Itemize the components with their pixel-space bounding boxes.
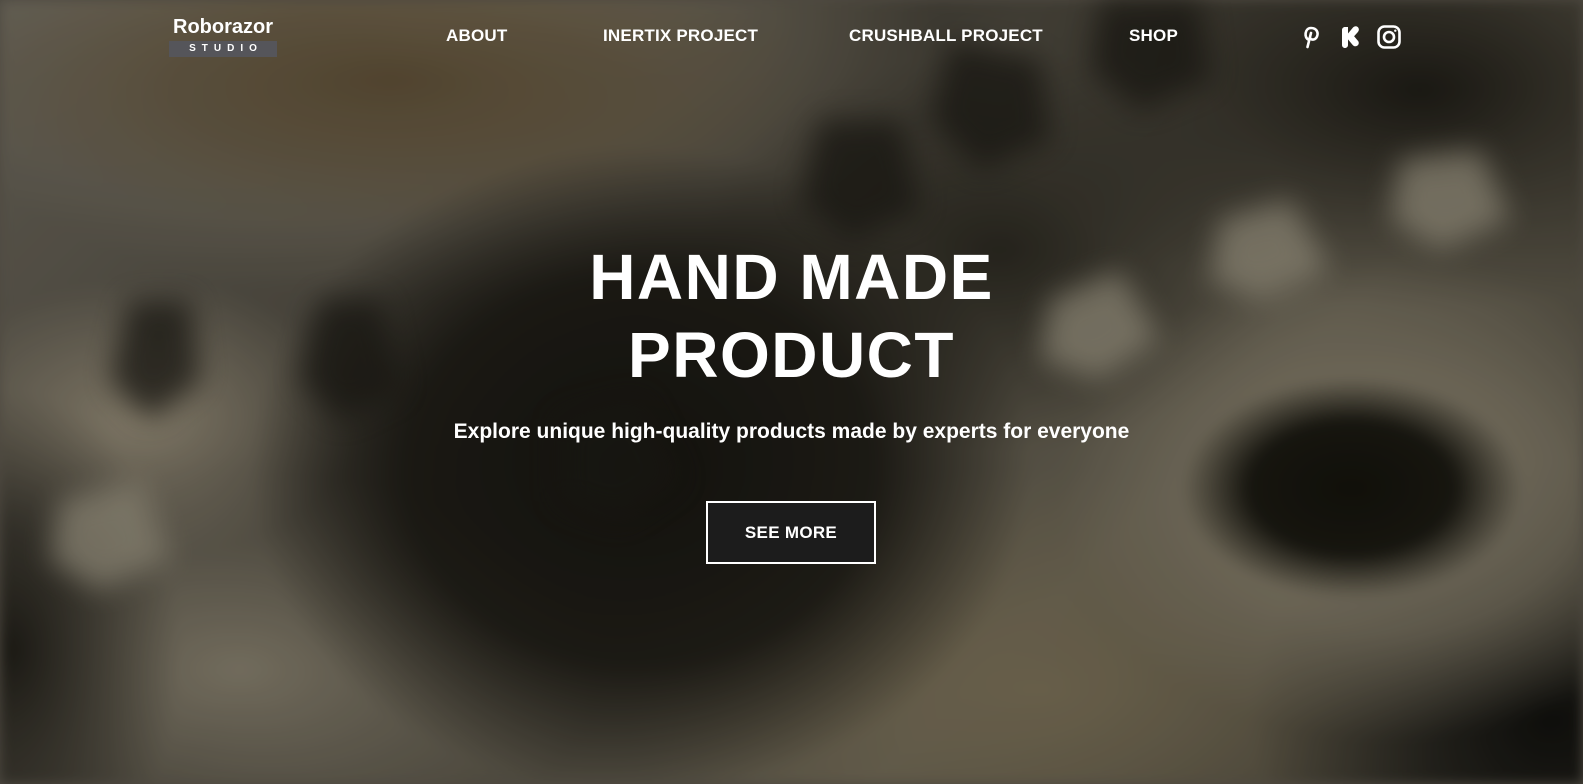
brand-logo[interactable]: Roborazor STUDIO	[169, 16, 277, 57]
hero-title-line-1: HAND MADE	[589, 241, 994, 313]
brand-name: Roborazor	[173, 16, 273, 38]
hero-title: HAND MADE PRODUCT	[0, 238, 1583, 394]
hero-subtitle: Explore unique high-quality products mad…	[453, 420, 1130, 443]
see-more-button[interactable]: SEE MORE	[706, 501, 876, 564]
pinterest-icon[interactable]	[1298, 24, 1324, 50]
instagram-icon[interactable]	[1376, 24, 1402, 50]
nav-link-crushball-project[interactable]: CRUSHBALL PROJECT	[849, 26, 1043, 46]
nav-link-shop[interactable]: SHOP	[1129, 26, 1178, 46]
hero-title-line-2: PRODUCT	[628, 319, 955, 391]
site-header: Roborazor STUDIO ABOUT INERTIX PROJECT C…	[0, 0, 1583, 72]
kickstarter-icon[interactable]	[1336, 24, 1362, 50]
nav-link-inertix-project[interactable]: INERTIX PROJECT	[603, 26, 758, 46]
nav-link-about[interactable]: ABOUT	[446, 26, 507, 46]
brand-subtitle: STUDIO	[169, 41, 277, 57]
